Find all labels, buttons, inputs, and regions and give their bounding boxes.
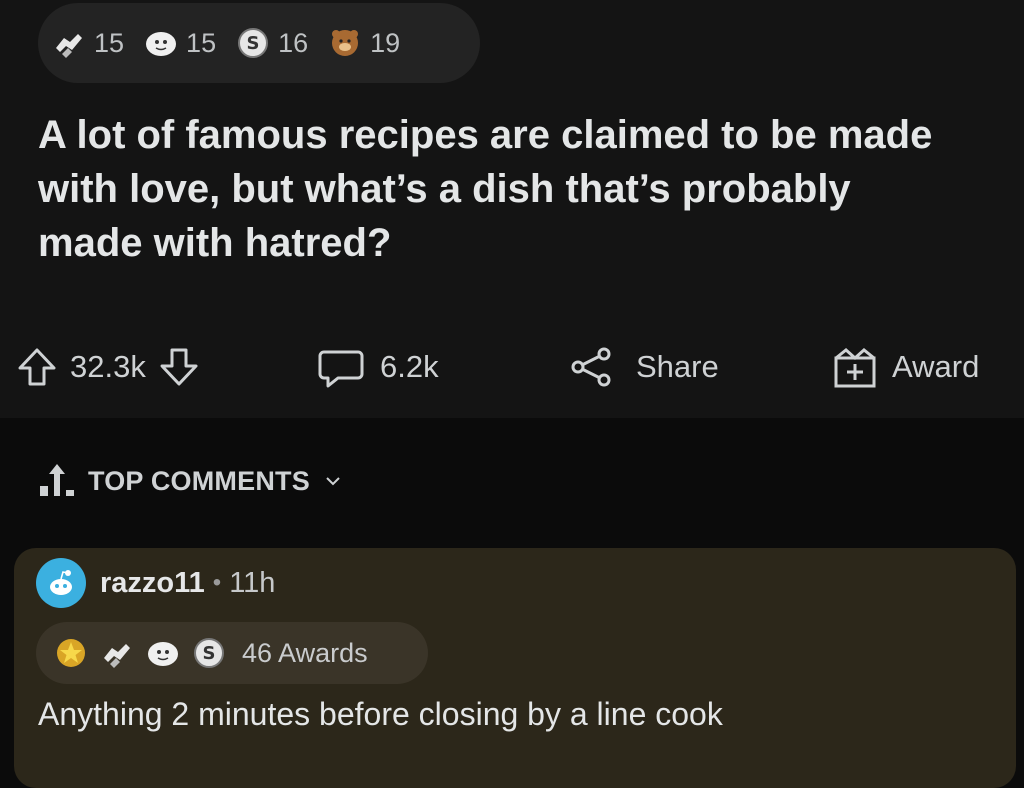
- award-handshake[interactable]: 15: [52, 26, 124, 60]
- post-title[interactable]: A lot of famous recipes are claimed to b…: [38, 108, 938, 270]
- face-award-icon: [144, 26, 178, 60]
- comment-body[interactable]: Anything 2 minutes before closing by a l…: [38, 696, 723, 733]
- gift-icon: [830, 342, 880, 392]
- svg-text:S: S: [203, 643, 216, 664]
- top-comments-label: TOP COMMENTS: [88, 465, 310, 496]
- comment-header: razzo11 • 11h: [36, 558, 275, 608]
- svg-text:S: S: [247, 33, 260, 54]
- comment-count: 6.2k: [380, 349, 439, 384]
- awards-count-label: 46 Awards: [242, 637, 368, 668]
- award-label: Award: [892, 349, 980, 384]
- vote-count: 32.3k: [70, 349, 146, 384]
- share-button[interactable]: Share: [566, 335, 719, 399]
- post-card: 15 15 S 16 19 A lot of famous recipes ar…: [0, 0, 1024, 418]
- face-award-icon: [146, 636, 180, 670]
- award-button[interactable]: Award: [830, 335, 979, 399]
- share-icon: [566, 342, 616, 392]
- comment-awards[interactable]: S 46 Awards: [36, 622, 428, 684]
- comment-card: razzo11 • 11h S 46 Awards Anything 2 min…: [14, 548, 1016, 788]
- downvote-icon[interactable]: [156, 344, 202, 390]
- comment-username[interactable]: razzo11: [100, 567, 205, 600]
- handshake-award-icon: [52, 26, 86, 60]
- award-face[interactable]: 15: [144, 26, 216, 60]
- coin-award-icon: S: [236, 26, 270, 60]
- rocket-icon: [36, 460, 78, 502]
- share-label: Share: [636, 349, 719, 384]
- comments-button[interactable]: 6.2k: [316, 335, 439, 399]
- chevron-down-icon: [324, 472, 342, 490]
- award-bear[interactable]: 19: [328, 26, 400, 60]
- upvote-icon[interactable]: [14, 344, 60, 390]
- snoo-icon: [50, 570, 72, 595]
- post-actions: 32.3k 6.2k Share Award: [0, 335, 1024, 399]
- handshake-award-icon: [100, 636, 134, 670]
- avatar[interactable]: [36, 558, 86, 608]
- bear-award-icon: [328, 26, 362, 60]
- comment-bubble-icon: [316, 342, 366, 392]
- sort-top-comments[interactable]: TOP COMMENTS: [36, 460, 342, 502]
- post-awards[interactable]: 15 15 S 16 19: [38, 3, 480, 83]
- coin-award-icon: S: [192, 636, 226, 670]
- award-coin[interactable]: S 16: [236, 26, 308, 60]
- comment-time: 11h: [229, 566, 276, 599]
- star-award-icon: [54, 636, 88, 670]
- separator-dot: •: [212, 569, 222, 596]
- vote-group: 32.3k: [14, 335, 202, 399]
